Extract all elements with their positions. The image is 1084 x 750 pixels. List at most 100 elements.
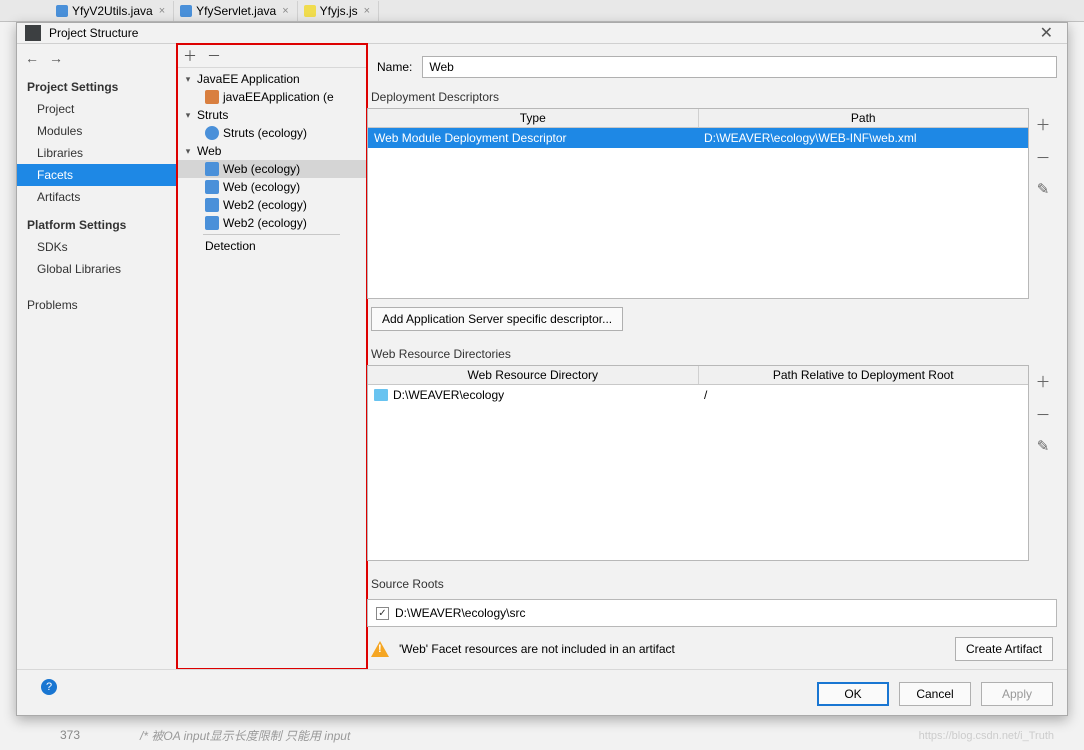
help-icon[interactable]: ? xyxy=(41,679,57,695)
chevron-down-icon[interactable]: ▾ xyxy=(183,110,193,121)
tree-label: Web xyxy=(197,144,221,158)
source-root-path: D:\WEAVER\ecology\src xyxy=(395,606,525,620)
dialog-titlebar: Project Structure ✕ xyxy=(17,23,1067,44)
th-type: Type xyxy=(368,109,699,127)
tab-label: Yfyjs.js xyxy=(320,4,358,18)
remove-icon[interactable]: － xyxy=(207,46,221,66)
th-path: Path xyxy=(699,109,1029,127)
facets-tree: ＋ － ▾ JavaEE Application javaEEApplicati… xyxy=(177,44,367,669)
apply-button[interactable]: Apply xyxy=(981,682,1053,706)
nav-project[interactable]: Project xyxy=(17,98,176,120)
th-rel: Path Relative to Deployment Root xyxy=(699,366,1029,384)
editor-tab[interactable]: Yfyjs.js × xyxy=(298,1,379,21)
tree-node[interactable]: Struts (ecology) xyxy=(177,124,366,142)
web-icon xyxy=(205,216,219,230)
nav-artifacts[interactable]: Artifacts xyxy=(17,186,176,208)
editor-tab[interactable]: YfyServlet.java × xyxy=(174,1,297,21)
tree-node[interactable]: javaEEApplication (e xyxy=(177,88,366,106)
nav-facets[interactable]: Facets xyxy=(17,164,176,186)
close-icon[interactable]: × xyxy=(280,5,290,17)
section-label: Source Roots xyxy=(367,575,1057,595)
nav-problems[interactable]: Problems xyxy=(17,294,176,316)
back-icon[interactable]: ← xyxy=(25,50,39,66)
tab-label: YfyServlet.java xyxy=(196,4,276,18)
tree-node[interactable]: Web2 (ecology) xyxy=(177,214,366,232)
td-dir: D:\WEAVER\ecology xyxy=(368,385,698,405)
remove-icon[interactable]: － xyxy=(1035,147,1050,168)
remove-icon[interactable]: － xyxy=(1035,404,1050,425)
section-label: Web Resource Directories xyxy=(367,345,1057,365)
tree-label: Web (ecology) xyxy=(223,162,300,176)
table-row[interactable]: Web Module Deployment Descriptor D:\WEAV… xyxy=(368,128,1028,148)
tree-node-javaee[interactable]: ▾ JavaEE Application xyxy=(177,70,366,88)
divider xyxy=(203,234,340,235)
warning-text: 'Web' Facet resources are not included i… xyxy=(399,642,675,656)
name-input[interactable] xyxy=(422,56,1057,78)
nav-sdks[interactable]: SDKs xyxy=(17,236,176,258)
create-artifact-button[interactable]: Create Artifact xyxy=(955,637,1053,661)
nav-libraries[interactable]: Libraries xyxy=(17,142,176,164)
name-label: Name: xyxy=(377,60,412,74)
nav-modules[interactable]: Modules xyxy=(17,120,176,142)
tree-label: Web (ecology) xyxy=(223,180,300,194)
editor-tabs: YfyV2Utils.java × YfyServlet.java × Yfyj… xyxy=(0,0,1084,22)
warning-icon xyxy=(371,641,389,657)
tree-label: Web2 (ecology) xyxy=(223,198,307,212)
folder-icon xyxy=(374,389,388,401)
table-row[interactable]: D:\WEAVER\ecology / xyxy=(368,385,1028,405)
code-comment: /* 被OA input显示长度限制 只能用 input xyxy=(140,727,350,744)
forward-icon[interactable]: → xyxy=(49,50,63,66)
tree-node[interactable]: Web (ecology) xyxy=(177,178,366,196)
checkbox-checked-icon[interactable]: ✓ xyxy=(376,607,389,620)
section-header: Project Settings xyxy=(17,74,176,98)
tree-label: Web2 (ecology) xyxy=(223,216,307,230)
java-file-icon xyxy=(56,5,68,17)
editor-tab[interactable]: YfyV2Utils.java × xyxy=(50,1,174,21)
settings-nav: ← → Project Settings Project Modules Lib… xyxy=(17,44,177,669)
deployment-descriptors-table: Type Path Web Module Deployment Descript… xyxy=(367,108,1029,299)
dialog-footer: OK Cancel Apply xyxy=(17,669,1067,718)
tree-node[interactable]: Web2 (ecology) xyxy=(177,196,366,214)
js-file-icon xyxy=(304,5,316,17)
section-header: Platform Settings xyxy=(17,212,176,236)
tree-label: Struts xyxy=(197,108,228,122)
tab-label: YfyV2Utils.java xyxy=(72,4,153,18)
edit-icon[interactable]: ✎ xyxy=(1037,437,1050,455)
web-icon xyxy=(205,162,219,176)
nav-global-libraries[interactable]: Global Libraries xyxy=(17,258,176,280)
td-path: D:\WEAVER\ecology\WEB-INF\web.xml xyxy=(698,128,1028,148)
edit-icon[interactable]: ✎ xyxy=(1037,180,1050,198)
line-number: 373 xyxy=(60,728,80,742)
struts-icon xyxy=(205,126,219,140)
ok-button[interactable]: OK xyxy=(817,682,889,706)
facet-form: Name: Deployment Descriptors Type Path W… xyxy=(367,44,1067,669)
java-file-icon xyxy=(180,5,192,17)
source-root-item[interactable]: ✓ D:\WEAVER\ecology\src xyxy=(376,606,1048,620)
app-icon xyxy=(25,25,41,41)
add-icon[interactable]: ＋ xyxy=(183,46,197,66)
add-server-descriptor-button[interactable]: Add Application Server specific descript… xyxy=(371,307,623,331)
th-dir: Web Resource Directory xyxy=(368,366,699,384)
tree-node-struts[interactable]: ▾ Struts xyxy=(177,106,366,124)
td-type: Web Module Deployment Descriptor xyxy=(368,128,698,148)
web-icon xyxy=(205,180,219,194)
close-icon[interactable]: × xyxy=(157,5,167,17)
section-label: Deployment Descriptors xyxy=(367,88,1057,108)
close-icon[interactable]: × xyxy=(362,5,372,17)
chevron-down-icon[interactable]: ▾ xyxy=(183,146,193,157)
tree-label: Struts (ecology) xyxy=(223,126,307,140)
tree-node-detection[interactable]: Detection xyxy=(177,237,366,255)
close-icon[interactable]: ✕ xyxy=(1034,23,1059,43)
tree-node[interactable]: Web (ecology) xyxy=(177,160,366,178)
web-resource-dirs-table: Web Resource Directory Path Relative to … xyxy=(367,365,1029,561)
add-icon[interactable]: ＋ xyxy=(1035,114,1050,135)
add-icon[interactable]: ＋ xyxy=(1035,371,1050,392)
cancel-button[interactable]: Cancel xyxy=(899,682,971,706)
tree-node-web[interactable]: ▾ Web xyxy=(177,142,366,160)
chevron-down-icon[interactable]: ▾ xyxy=(183,74,193,85)
web-icon xyxy=(205,198,219,212)
source-roots-box: ✓ D:\WEAVER\ecology\src xyxy=(367,599,1057,627)
td-rel: / xyxy=(698,385,1028,405)
project-structure-dialog: Project Structure ✕ ← → Project Settings… xyxy=(16,22,1068,716)
tree-label: Detection xyxy=(205,239,256,253)
